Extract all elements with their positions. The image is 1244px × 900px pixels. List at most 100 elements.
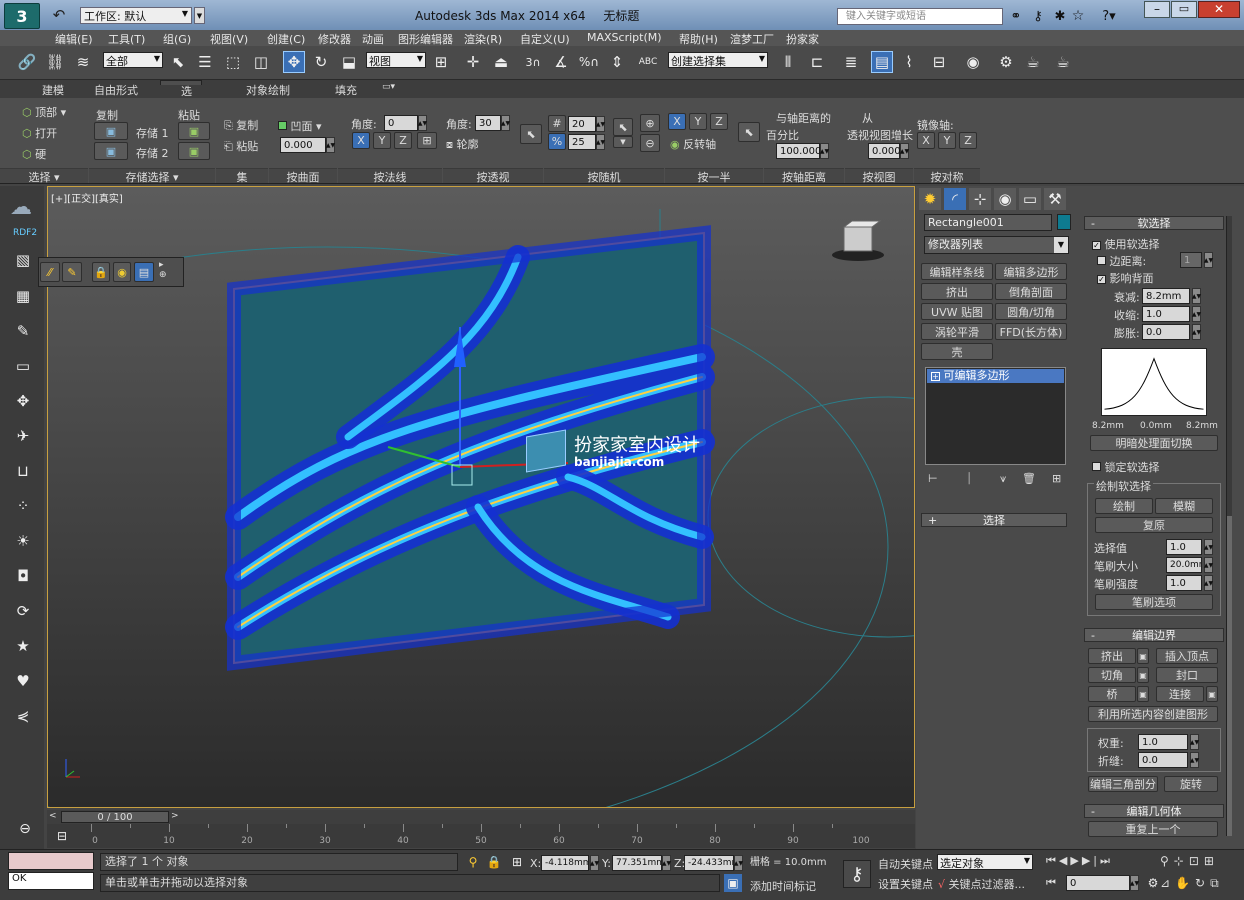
selection-lock-icon[interactable]: 🔒 (483, 851, 505, 873)
connect-settings-button[interactable]: ▣ (1206, 686, 1218, 702)
mod-shell-button[interactable]: 壳 (921, 343, 993, 360)
falloff-spinner[interactable]: ▲▼ (1192, 288, 1201, 304)
crease-spinner[interactable]: ▲▼ (1190, 752, 1199, 768)
bind-spacewarp-icon[interactable]: ≋ (72, 51, 94, 73)
time-next-button[interactable]: > (171, 811, 181, 823)
edit-named-sets-icon[interactable]: ABC (637, 51, 659, 73)
menu-animation[interactable]: 动画 (362, 31, 384, 47)
orbit-icon[interactable]: ↻ (1195, 876, 1210, 890)
current-frame-spinner[interactable]: ▲▼ (1130, 875, 1139, 891)
pan-icon[interactable]: ✋ (1175, 876, 1195, 890)
stack-expand-icon[interactable]: + (931, 372, 940, 381)
tab-selection[interactable]: 选择 (160, 80, 202, 114)
menu-tools[interactable]: 工具(T) (108, 31, 145, 47)
border-chamfer-settings-button[interactable]: ▣ (1137, 667, 1149, 683)
random-grow-button[interactable]: ⊕ (640, 114, 660, 132)
select-top-item[interactable]: ⬡ 顶部 ▾ (22, 104, 66, 120)
app-logo-icon[interactable]: 3 (4, 3, 40, 29)
copy-store1-button[interactable]: ▣ (94, 122, 128, 140)
edit-triangulation-button[interactable]: 编辑三角剖分 (1088, 776, 1158, 792)
menu-help[interactable]: 帮助(H) (679, 31, 718, 47)
camera-icon[interactable]: ◘ (12, 565, 34, 587)
paint-button[interactable]: 绘制 (1095, 498, 1153, 514)
object-name-field[interactable]: Rectangle001 (924, 214, 1052, 231)
key-mode-dropdown[interactable]: 选定对象 ▼ (937, 854, 1033, 870)
concave-value-field[interactable]: 0.000 (280, 137, 326, 153)
help-icon[interactable]: ?▾ (1098, 5, 1120, 27)
mod-edit-poly-button[interactable]: 编辑多边形 (995, 263, 1067, 280)
persp-angle-spinner[interactable]: ▲▼ (501, 115, 510, 131)
mirror-icon[interactable]: ⫴ (777, 51, 799, 73)
paste-store1-button[interactable]: ▣ (178, 122, 210, 140)
key-mode-icon[interactable]: ⚷ (843, 860, 871, 888)
goto-end-icon[interactable]: ⏭ (1100, 854, 1113, 867)
half-y-button[interactable]: Y (689, 113, 707, 130)
random-dropdown-button[interactable]: ▼ (613, 136, 633, 148)
zoom-all-icon[interactable]: ⊹ (1174, 854, 1189, 868)
select-open-item[interactable]: ⬡ 打开 (22, 125, 57, 141)
floating-toolbar-expand-icon[interactable]: ▸ ⊕ (159, 260, 167, 280)
heart-icon[interactable]: ♥ (12, 670, 34, 692)
show-end-result-icon[interactable]: ⏐ (966, 472, 972, 486)
sun-icon[interactable]: ☀ (12, 530, 34, 552)
zoom-icon[interactable]: ⚲ (1160, 854, 1174, 868)
menu-banjiajia[interactable]: 扮家家 (786, 31, 819, 47)
shaded-face-toggle-button[interactable]: 明暗处理面切换 (1090, 435, 1218, 451)
mirror-y-button[interactable]: Y (938, 132, 956, 149)
rect-selection-icon[interactable]: ⬚ (222, 51, 244, 73)
layer-manager-icon[interactable]: ≣ (840, 51, 862, 73)
time-slider[interactable]: < 0 / 100 > (47, 810, 915, 824)
blur-button[interactable]: 模糊 (1155, 498, 1213, 514)
bubble-field[interactable]: 0.0 (1142, 324, 1190, 340)
rotate-icon[interactable]: ↻ (310, 51, 332, 73)
pinch-field[interactable]: 1.0 (1142, 306, 1190, 322)
menu-create[interactable]: 创建(C) (267, 31, 305, 47)
concave-spinner[interactable]: ▲▼ (326, 137, 335, 153)
brush-options-button[interactable]: 笔刷选项 (1095, 594, 1213, 610)
panel-footer-store-selection[interactable]: 存储选择 ▾ (89, 168, 215, 184)
brush-size-spinner[interactable]: ▲▼ (1204, 557, 1213, 573)
fov-icon[interactable]: ⊿ (1160, 876, 1175, 890)
prev-frame-icon[interactable]: ◀ (1059, 854, 1070, 867)
isolate-selection-icon[interactable]: ⚲ (462, 851, 484, 873)
insert-vertex-button[interactable]: 插入顶点 (1156, 648, 1218, 664)
command-panel-scroll-thumb[interactable] (1227, 516, 1232, 836)
move-icon[interactable]: ✥ (283, 51, 305, 73)
menu-render-factory[interactable]: 渲梦工厂 (730, 31, 774, 47)
reference-coordinate-dropdown[interactable]: 视图 ▼ (366, 52, 426, 68)
set-paste-button[interactable]: ⎗ 粘贴 (224, 138, 258, 154)
random-select-button[interactable]: ⬉ (613, 118, 633, 136)
edge-distance-checkbox[interactable]: 边距离: (1097, 253, 1146, 269)
share-icon[interactable]: ⋞ (12, 705, 34, 727)
star-icon[interactable]: ★ (12, 635, 34, 657)
snap-3d-icon[interactable]: 3∩ (522, 51, 544, 73)
crease-field[interactable]: 0.0 (1138, 752, 1188, 768)
plane-icon[interactable]: ✈ (12, 425, 34, 447)
persp-angle-field[interactable]: 30 (475, 115, 501, 131)
menu-view[interactable]: 视图(V) (210, 31, 248, 47)
connect-button[interactable]: 连接 (1156, 686, 1204, 702)
set-key-button[interactable]: 设置关键点 (878, 876, 933, 892)
set-copy-button[interactable]: ⎘ 复制 (224, 117, 258, 133)
selection-filter-dropdown[interactable]: 全部 ▼ (103, 52, 163, 68)
random-percent-button[interactable]: % (548, 133, 566, 150)
pivot-center-icon[interactable]: ⊞ (430, 51, 452, 73)
lock-icon[interactable]: 🔒 (92, 262, 110, 282)
random-shrink-button[interactable]: ⊖ (640, 134, 660, 152)
maxscript-listener-top[interactable] (8, 852, 94, 870)
inbox-icon[interactable]: ⊔ (12, 460, 34, 482)
border-extrude-button[interactable]: 挤出 (1088, 648, 1136, 664)
pinch-spinner[interactable]: ▲▼ (1192, 306, 1201, 322)
z-coord-field[interactable]: -24.433mm (684, 855, 734, 871)
brush-tool-2-icon[interactable]: ✎ (62, 262, 82, 282)
time-prev-button[interactable]: < (49, 811, 59, 823)
normal-angle-field[interactable]: 0 (384, 115, 418, 131)
selection-rollout-header[interactable]: + 选择 (921, 513, 1067, 527)
motion-tab-icon[interactable]: ◉ (994, 188, 1016, 210)
mirror-x-button[interactable]: X (917, 132, 935, 149)
edit-borders-rollout-header[interactable]: - 编辑边界 (1084, 628, 1224, 642)
menu-rendering[interactable]: 渲染(R) (464, 31, 502, 47)
brush-size-field[interactable]: 20.0mm (1166, 557, 1202, 573)
tab-modeling[interactable]: 建模 (42, 82, 64, 98)
mirror-z-button[interactable]: Z (959, 132, 977, 149)
